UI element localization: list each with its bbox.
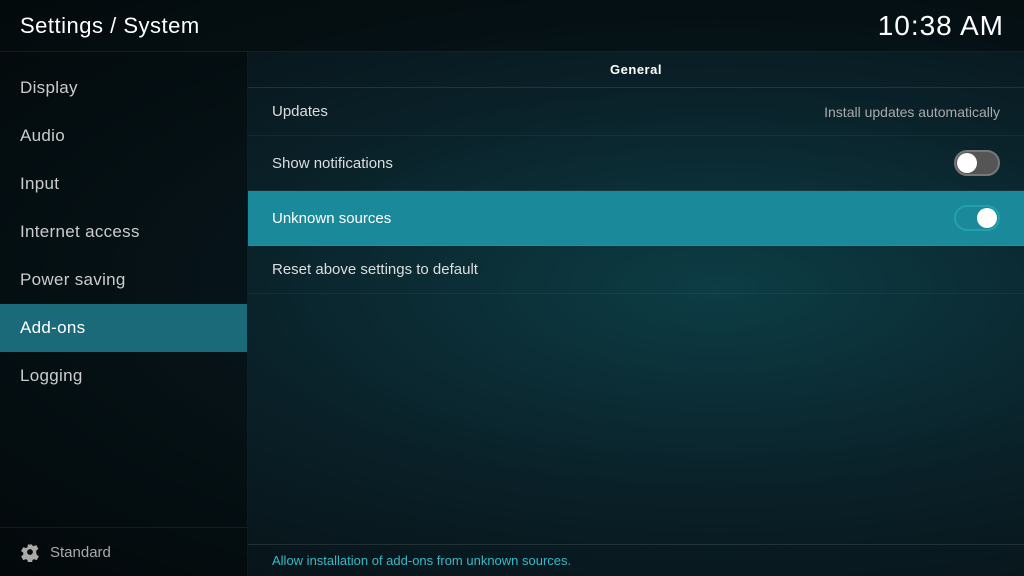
- sidebar-item-logging[interactable]: Logging: [0, 352, 247, 400]
- settings-row-unknown-sources[interactable]: Unknown sources: [248, 191, 1024, 246]
- sidebar-footer: Standard: [0, 527, 247, 576]
- gear-icon: [20, 542, 40, 562]
- sidebar-item-power-saving[interactable]: Power saving: [0, 256, 247, 304]
- updates-value: Install updates automatically: [824, 104, 1000, 120]
- sidebar-item-display[interactable]: Display: [0, 64, 247, 112]
- settings-row-show-notifications[interactable]: Show notifications: [248, 136, 1024, 191]
- standard-label: Standard: [50, 544, 111, 561]
- sidebar-item-input[interactable]: Input: [0, 160, 247, 208]
- unknown-sources-toggle[interactable]: [954, 205, 1000, 231]
- sidebar-item-audio[interactable]: Audio: [0, 112, 247, 160]
- header: Settings / System 10:38 AM: [0, 0, 1024, 52]
- sidebar: Display Audio Input Internet access Powe…: [0, 52, 248, 576]
- show-notifications-label: Show notifications: [272, 155, 393, 172]
- settings-list: Updates Install updates automatically Sh…: [248, 88, 1024, 544]
- content-footer-hint: Allow installation of add-ons from unkno…: [248, 544, 1024, 576]
- unknown-sources-label: Unknown sources: [272, 210, 391, 227]
- main-content: Display Audio Input Internet access Powe…: [0, 52, 1024, 576]
- app-container: Settings / System 10:38 AM Display Audio…: [0, 0, 1024, 576]
- show-notifications-toggle[interactable]: [954, 150, 1000, 176]
- clock: 10:38 AM: [878, 10, 1004, 42]
- page-title: Settings / System: [20, 13, 200, 39]
- content-panel: General Updates Install updates automati…: [248, 52, 1024, 576]
- sidebar-item-add-ons[interactable]: Add-ons: [0, 304, 247, 352]
- section-header: General: [248, 52, 1024, 88]
- sidebar-item-internet-access[interactable]: Internet access: [0, 208, 247, 256]
- updates-label: Updates: [272, 103, 328, 120]
- settings-row-updates[interactable]: Updates Install updates automatically: [248, 88, 1024, 136]
- settings-row-reset[interactable]: Reset above settings to default: [248, 246, 1024, 294]
- reset-label: Reset above settings to default: [272, 261, 478, 278]
